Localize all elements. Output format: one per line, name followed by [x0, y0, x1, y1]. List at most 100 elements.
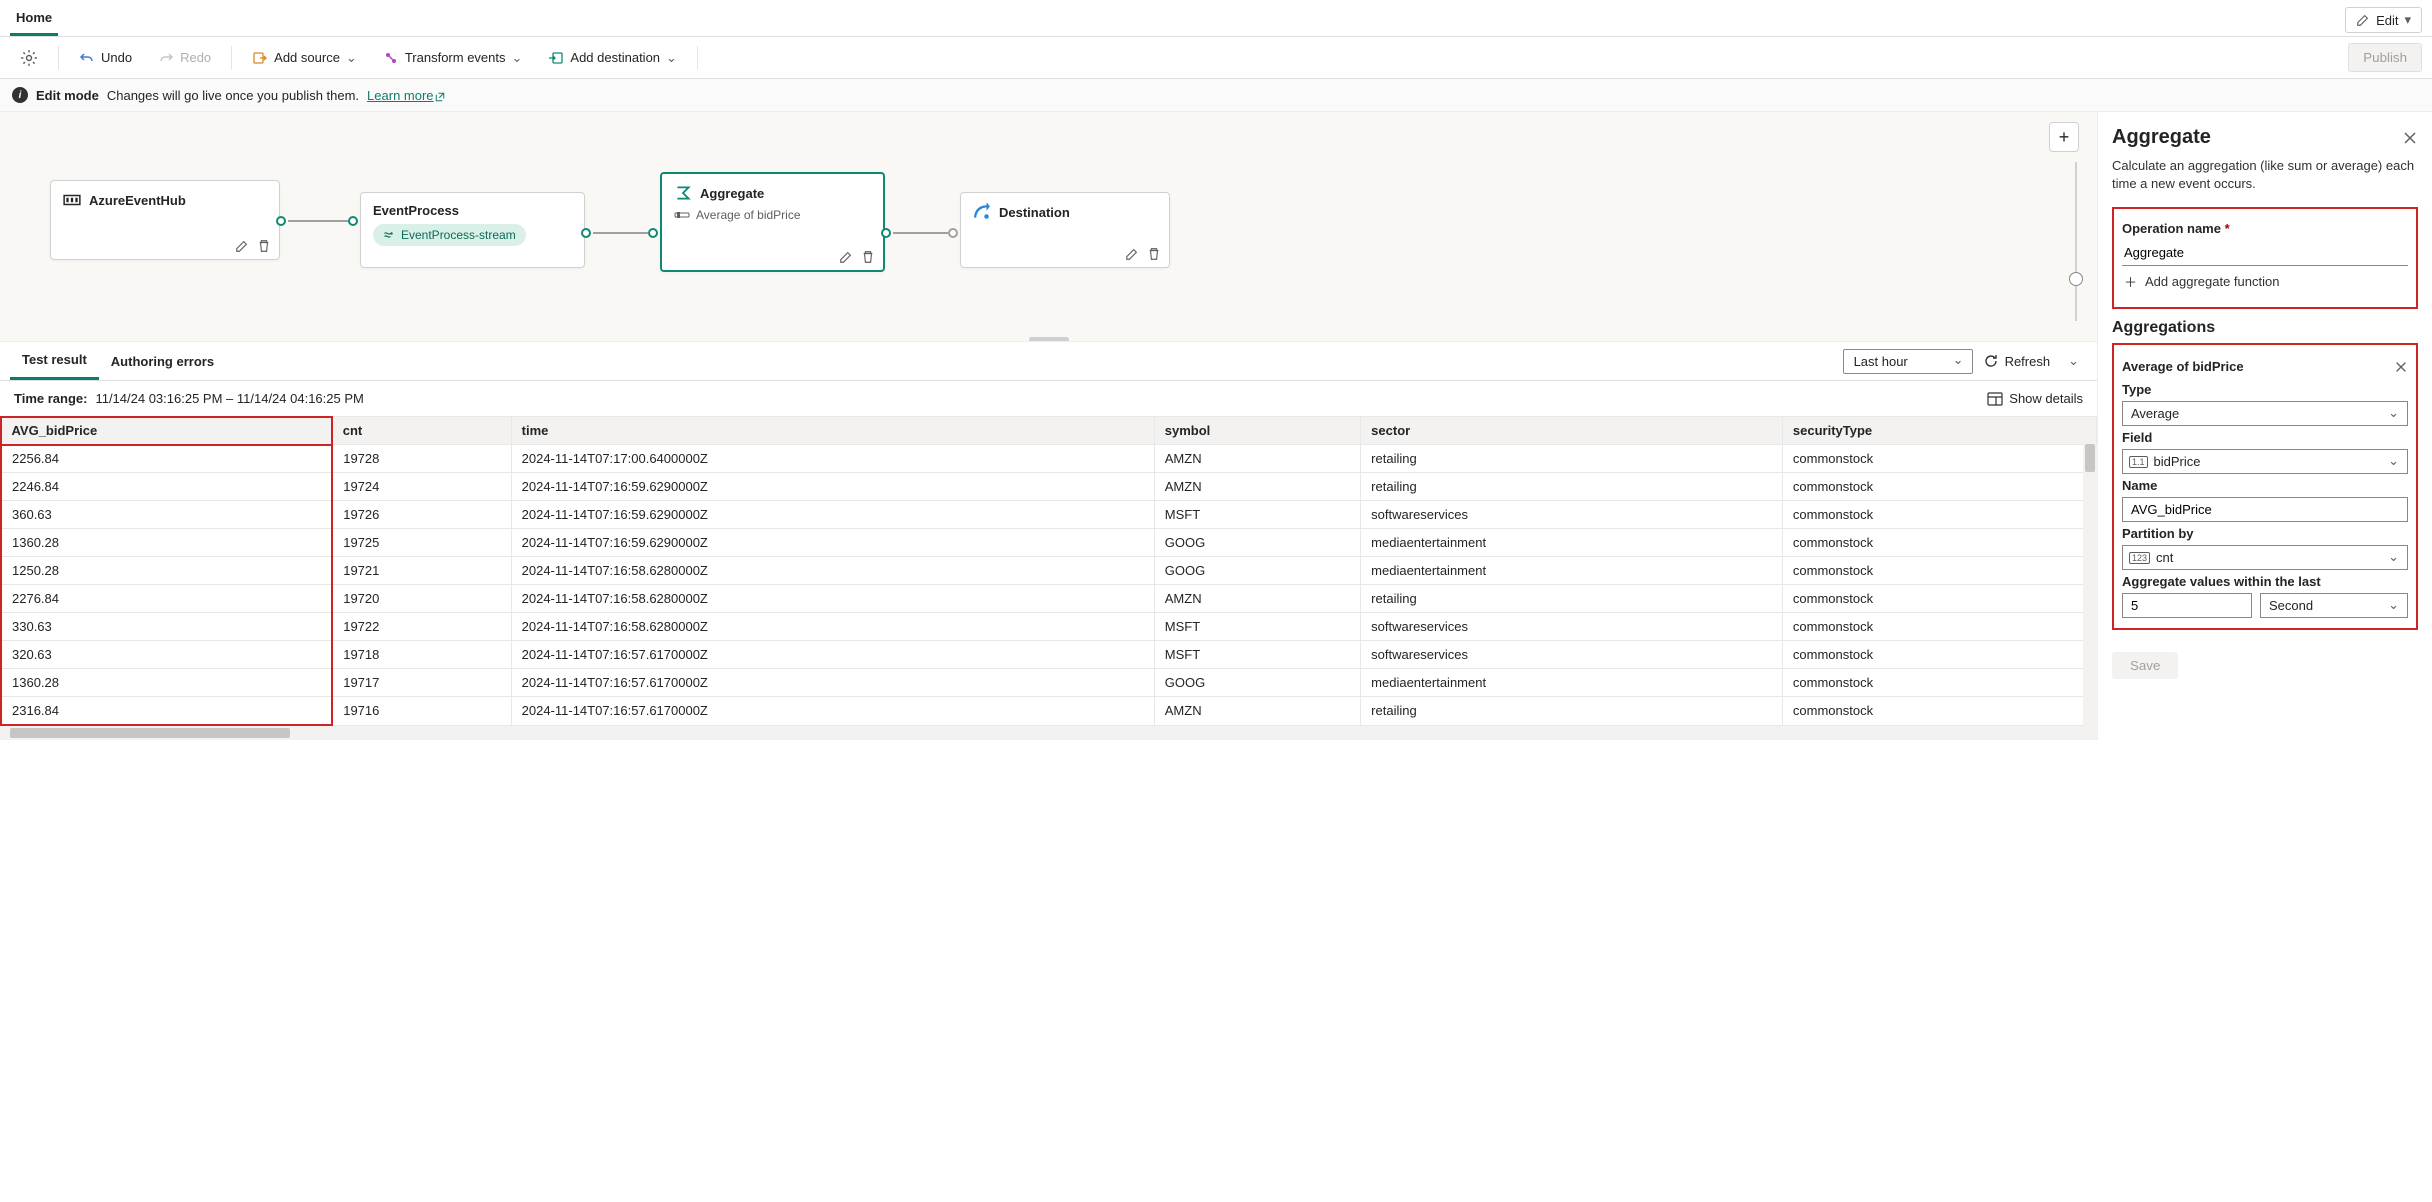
transform-button[interactable]: Transform events ⌄: [373, 46, 533, 70]
sigma-icon: [674, 184, 692, 202]
tab-home[interactable]: Home: [10, 4, 58, 36]
show-details-button[interactable]: Show details: [1987, 391, 2083, 406]
time-range-label: Time range:: [14, 391, 87, 406]
close-icon[interactable]: [2394, 360, 2408, 374]
table-cell: mediaentertainment: [1361, 557, 1783, 585]
table-row[interactable]: 330.63197222024-11-14T07:16:58.6280000ZM…: [1, 613, 2097, 641]
table-row[interactable]: 1360.28197252024-11-14T07:16:59.6290000Z…: [1, 529, 2097, 557]
trash-icon[interactable]: [257, 239, 271, 253]
window-number-input[interactable]: [2122, 593, 2252, 618]
table-cell: AMZN: [1154, 585, 1360, 613]
refresh-button[interactable]: Refresh: [1983, 353, 2051, 369]
type-select[interactable]: Average: [2122, 401, 2408, 426]
results-table: AVG_bidPricecnttimesymbolsectorsecurityT…: [0, 416, 2097, 726]
column-header[interactable]: AVG_bidPrice: [1, 417, 332, 445]
table-row[interactable]: 1250.28197212024-11-14T07:16:58.6280000Z…: [1, 557, 2097, 585]
source-icon: [252, 50, 268, 66]
table-cell: 19726: [332, 501, 511, 529]
node-source[interactable]: AzureEventHub: [50, 180, 280, 260]
add-destination-button[interactable]: Add destination ⌄: [538, 46, 687, 70]
table-cell: mediaentertainment: [1361, 669, 1783, 697]
table-cell: 2246.84: [1, 473, 332, 501]
tab-test-result[interactable]: Test result: [10, 342, 99, 380]
settings-button[interactable]: [10, 45, 48, 71]
table-row[interactable]: 2316.84197162024-11-14T07:16:57.6170000Z…: [1, 697, 2097, 726]
tab-authoring-errors[interactable]: Authoring errors: [99, 344, 226, 379]
table-vertical-scrollbar[interactable]: [2083, 444, 2097, 726]
undo-label: Undo: [101, 50, 132, 65]
table-row[interactable]: 1360.28197172024-11-14T07:16:57.6170000Z…: [1, 669, 2097, 697]
node-aggregate[interactable]: Aggregate Average of bidPrice: [660, 172, 885, 272]
table-horizontal-scrollbar[interactable]: [0, 726, 2097, 740]
table-row[interactable]: 2276.84197202024-11-14T07:16:58.6280000Z…: [1, 585, 2097, 613]
name-input[interactable]: [2122, 497, 2408, 522]
flow-canvas[interactable]: + AzureEventHub EventProcess: [0, 112, 2097, 342]
table-cell: 2024-11-14T07:16:59.6290000Z: [511, 473, 1154, 501]
node-process-title: EventProcess: [373, 203, 459, 218]
table-cell: 2024-11-14T07:16:57.6170000Z: [511, 641, 1154, 669]
table-cell: 19718: [332, 641, 511, 669]
type-label: Type: [2122, 382, 2408, 397]
edit-mode-notice: i Edit mode Changes will go live once yo…: [0, 79, 2432, 112]
table-cell: GOOG: [1154, 557, 1360, 585]
table-cell: 320.63: [1, 641, 332, 669]
publish-button: Publish: [2348, 43, 2422, 72]
node-aggregate-title: Aggregate: [700, 186, 764, 201]
column-header[interactable]: sector: [1361, 417, 1783, 445]
canvas-add-button[interactable]: +: [2049, 122, 2079, 152]
add-source-button[interactable]: Add source ⌄: [242, 46, 367, 70]
table-cell: 19716: [332, 697, 511, 726]
column-header[interactable]: cnt: [332, 417, 511, 445]
table-cell: 1360.28: [1, 529, 332, 557]
add-aggregate-function-button[interactable]: ＋ Add aggregate function: [2122, 266, 2408, 297]
column-header[interactable]: symbol: [1154, 417, 1360, 445]
table-cell: commonstock: [1782, 585, 2096, 613]
chevron-down-icon[interactable]: ⌄: [2060, 353, 2087, 369]
aggregations-heading: Aggregations: [2112, 319, 2418, 337]
column-header[interactable]: securityType: [1782, 417, 2096, 445]
table-cell: commonstock: [1782, 501, 2096, 529]
edit-button[interactable]: Edit ▾: [2345, 7, 2422, 33]
table-cell: MSFT: [1154, 501, 1360, 529]
gear-icon: [20, 49, 38, 67]
node-process[interactable]: EventProcess EventProcess-stream: [360, 192, 585, 268]
table-cell: commonstock: [1782, 473, 2096, 501]
close-icon[interactable]: [2402, 130, 2418, 146]
slider-icon: [674, 210, 690, 220]
chevron-down-icon: ⌄: [346, 50, 357, 66]
table-cell: 19717: [332, 669, 511, 697]
field-select[interactable]: 1.1bidPrice: [2122, 449, 2408, 474]
pencil-icon[interactable]: [235, 239, 249, 253]
canvas-resize-handle[interactable]: [1029, 337, 1069, 342]
undo-button[interactable]: Undo: [69, 46, 142, 70]
table-row[interactable]: 2256.84197282024-11-14T07:17:00.6400000Z…: [1, 445, 2097, 473]
table-cell: MSFT: [1154, 613, 1360, 641]
pencil-icon[interactable]: [1125, 247, 1139, 261]
destination-node-icon: [973, 203, 991, 221]
table-cell: mediaentertainment: [1361, 529, 1783, 557]
node-source-title: AzureEventHub: [89, 193, 186, 208]
window-unit-select[interactable]: Second: [2260, 593, 2408, 618]
table-cell: 2316.84: [1, 697, 332, 726]
partition-select[interactable]: 123cnt: [2122, 545, 2408, 570]
table-row[interactable]: 360.63197262024-11-14T07:16:59.6290000ZM…: [1, 501, 2097, 529]
table-row[interactable]: 2246.84197242024-11-14T07:16:59.6290000Z…: [1, 473, 2097, 501]
table-row[interactable]: 320.63197182024-11-14T07:16:57.6170000ZM…: [1, 641, 2097, 669]
redo-label: Redo: [180, 50, 211, 65]
node-destination[interactable]: Destination: [960, 192, 1170, 268]
time-range-dropdown[interactable]: Last hour: [1843, 349, 1973, 374]
column-header[interactable]: time: [511, 417, 1154, 445]
panel-description: Calculate an aggregation (like sum or av…: [2112, 157, 2418, 193]
pencil-icon[interactable]: [839, 250, 853, 264]
trash-icon[interactable]: [861, 250, 875, 264]
name-label: Name: [2122, 478, 2408, 493]
table-cell: 19722: [332, 613, 511, 641]
stream-chip: EventProcess-stream: [373, 224, 526, 246]
table-cell: 2024-11-14T07:16:57.6170000Z: [511, 669, 1154, 697]
table-cell: 2024-11-14T07:16:58.6280000Z: [511, 613, 1154, 641]
learn-more-link[interactable]: Learn more: [367, 88, 445, 103]
trash-icon[interactable]: [1147, 247, 1161, 261]
canvas-vertical-slider[interactable]: [2075, 162, 2077, 321]
table-cell: 2024-11-14T07:16:59.6290000Z: [511, 529, 1154, 557]
operation-name-input[interactable]: [2122, 240, 2408, 266]
